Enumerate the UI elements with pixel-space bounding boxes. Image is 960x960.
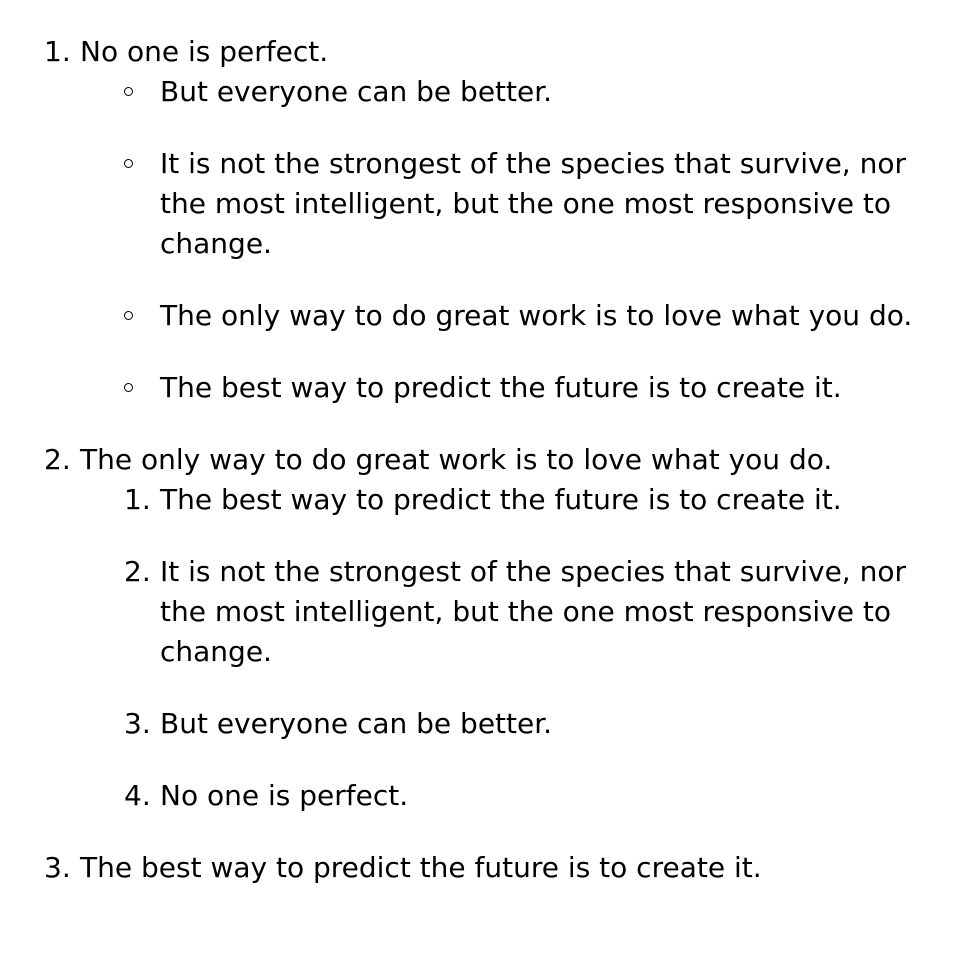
sublist-item-text: No one is perfect. <box>160 779 409 812</box>
sublist-item: The best way to predict the future is to… <box>124 368 960 408</box>
sublist-item-text: But everyone can be better. <box>160 707 553 740</box>
list-number: 3. <box>44 851 71 884</box>
hollow-circle-bullet-icon <box>124 87 133 96</box>
document-page: 1. No one is perfect. But everyone can b… <box>0 0 960 960</box>
sublist-item: It is not the strongest of the species t… <box>124 144 960 264</box>
sublist-item: The only way to do great work is to love… <box>124 296 960 336</box>
sublist-item: 4. No one is perfect. <box>124 776 960 816</box>
sublist-item-text: The best way to predict the future is to… <box>160 371 842 404</box>
list-item: 3. The best way to predict the future is… <box>0 848 960 888</box>
list-item: 1. No one is perfect. But everyone can b… <box>0 32 960 408</box>
list-item-text: The only way to do great work is to love… <box>80 443 833 476</box>
list-item-text: No one is perfect. <box>80 35 329 68</box>
list-item-text: The best way to predict the future is to… <box>80 851 762 884</box>
sublist-item-text: The only way to do great work is to love… <box>160 299 913 332</box>
sublist-item-text: It is not the strongest of the species t… <box>160 555 906 668</box>
list-number: 1. <box>44 35 71 68</box>
sublist-number: 2. <box>124 555 151 588</box>
numbered-sublist: 1. The best way to predict the future is… <box>80 480 960 816</box>
ordered-list: 1. No one is perfect. But everyone can b… <box>0 32 960 888</box>
list-item: 2. The only way to do great work is to l… <box>0 440 960 816</box>
sublist-number: 3. <box>124 707 151 740</box>
hollow-circle-bullet-icon <box>124 159 133 168</box>
sublist-item-text: The best way to predict the future is to… <box>160 483 842 516</box>
sublist-number: 1. <box>124 483 151 516</box>
list-number: 2. <box>44 443 71 476</box>
hollow-circle-bullet-icon <box>124 311 133 320</box>
sublist-item: But everyone can be better. <box>124 72 960 112</box>
sublist-item: 1. The best way to predict the future is… <box>124 480 960 520</box>
bulleted-sublist: But everyone can be better. It is not th… <box>80 72 960 408</box>
hollow-circle-bullet-icon <box>124 383 133 392</box>
sublist-item-text: It is not the strongest of the species t… <box>160 147 906 260</box>
sublist-item: 3. But everyone can be better. <box>124 704 960 744</box>
sublist-number: 4. <box>124 779 151 812</box>
sublist-item-text: But everyone can be better. <box>160 75 553 108</box>
sublist-item: 2. It is not the strongest of the specie… <box>124 552 960 672</box>
